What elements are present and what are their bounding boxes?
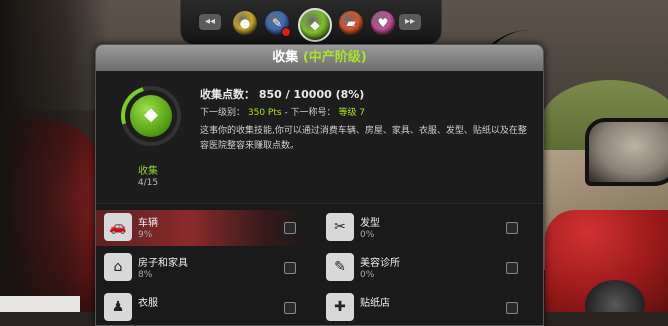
category-percent: 0% <box>360 230 375 240</box>
next-title-value: 等级 7 <box>338 108 366 118</box>
diamond-icon: ◆ <box>310 18 320 32</box>
category-percent: 8% <box>138 270 153 280</box>
top-tab-bar: ◂◂ ● ✎ ◆ ▰ ♥ ▸▸ <box>180 0 442 45</box>
category-checkbox[interactable] <box>284 222 296 234</box>
category-item[interactable]: ♟ 衣服 <box>96 290 306 325</box>
category-checkbox[interactable] <box>506 302 518 314</box>
alert-dot-icon <box>281 27 291 37</box>
house-icon: ⌂ <box>104 253 132 281</box>
category-name: 发型 <box>360 218 380 229</box>
side-mirror <box>585 118 668 186</box>
tab-diamond-icon[interactable]: ◆ <box>298 8 332 42</box>
ring-label: 收集 <box>138 166 158 177</box>
scissors-icon: ✂ <box>326 213 354 241</box>
panel-subtitle: (中产阶级) <box>302 50 367 65</box>
category-name: 车辆 <box>138 218 158 229</box>
category-percent: 9% <box>138 230 153 240</box>
tab-heart-icon[interactable]: ♥ <box>371 11 395 35</box>
category-name: 房子和家具 <box>138 258 188 269</box>
next-level-row: 下一级别： 350 Pts - 下一称号： 等级 7 <box>200 105 365 118</box>
category-percent: 0% <box>360 270 375 280</box>
category-checkbox[interactable] <box>284 302 296 314</box>
points-value: 850 / 10000 (8%) <box>258 88 365 101</box>
category-name: 衣服 <box>138 298 158 309</box>
panel-title: 收集 <box>272 50 299 65</box>
points-label: 收集点数： <box>200 88 255 101</box>
category-name: 贴纸店 <box>360 298 390 309</box>
car-icon: ▰ <box>346 16 356 30</box>
category-item[interactable]: ⌂ 房子和家具 8% <box>96 250 306 286</box>
collection-points: 收集点数： 850 / 10000 (8%) <box>200 86 364 102</box>
category-checkbox[interactable] <box>284 262 296 274</box>
white-patch <box>0 296 80 312</box>
category-list: 🚗 车辆 9% ✂ 发型 0% ⌂ 房子和家具 8% ✎ 美容诊所 0% ♟ 衣服 ✚ 贴纸店 <box>96 203 543 325</box>
clothes-icon: ♟ <box>104 293 132 321</box>
tools-icon: ✎ <box>271 16 283 30</box>
sticker-icon: ✚ <box>326 293 354 321</box>
diamond-icon: ◆ <box>144 104 158 125</box>
next-level-label: 下一级别： <box>200 108 246 118</box>
collection-panel: 收集 (中产阶级) ◆ 收集 4/15 收集点数： 850 / 10000 (8… <box>95 44 544 326</box>
ring-count: 4/15 <box>137 178 159 188</box>
category-item[interactable]: ✚ 贴纸店 <box>318 290 528 325</box>
next-tab-arrow-icon[interactable]: ▸▸ <box>399 14 421 30</box>
category-name: 美容诊所 <box>360 258 400 269</box>
category-item[interactable]: 🚗 车辆 9% <box>96 210 306 246</box>
tab-coin-icon[interactable]: ● <box>233 11 257 35</box>
coin-icon: ● <box>239 16 251 30</box>
panel-header: 收集 (中产阶级) <box>96 45 543 71</box>
collection-description: 这事你的收集技能,你可以通过消费车辆、房屋、家具、衣服、发型、贴纸以及在整容医院… <box>200 126 527 151</box>
prev-tab-arrow-icon[interactable]: ◂◂ <box>199 14 221 30</box>
tab-tools-icon[interactable]: ✎ <box>265 11 291 37</box>
category-checkbox[interactable] <box>506 222 518 234</box>
heart-icon: ♥ <box>377 16 389 30</box>
category-item[interactable]: ✎ 美容诊所 0% <box>318 250 528 286</box>
dashboard-shadow <box>0 0 110 312</box>
next-title-label: - 下一称号： <box>284 108 336 118</box>
collection-summary: ◆ 收集 4/15 收集点数： 850 / 10000 (8%) 下一级别： 3… <box>96 72 543 202</box>
category-checkbox[interactable] <box>506 262 518 274</box>
next-level-value: 350 Pts <box>247 108 282 118</box>
category-item[interactable]: ✂ 发型 0% <box>318 210 528 246</box>
tab-car-icon[interactable]: ▰ <box>339 11 363 35</box>
syringe-icon: ✎ <box>326 253 354 281</box>
car-icon: 🚗 <box>104 213 132 241</box>
